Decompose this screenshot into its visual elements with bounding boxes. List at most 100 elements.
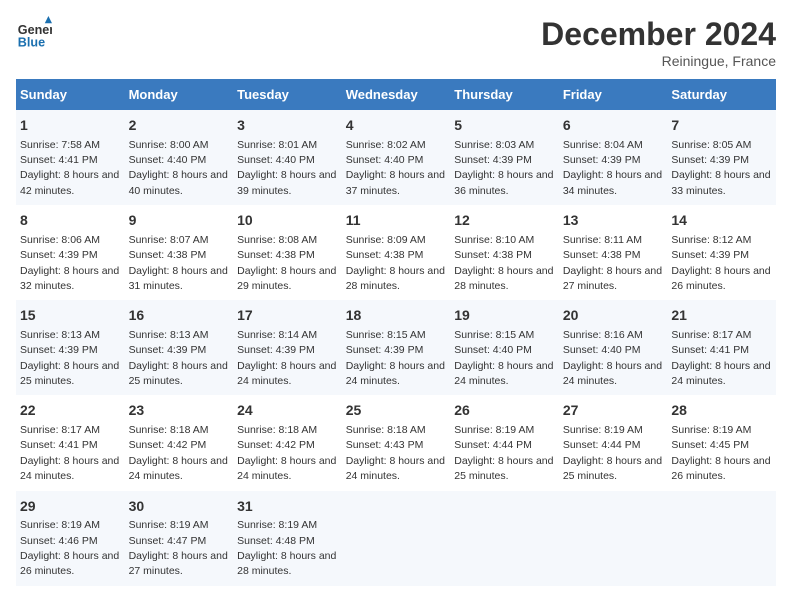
daylight-text: Daylight: 8 hours and 25 minutes. <box>20 360 119 387</box>
calendar-cell: 31Sunrise: 8:19 AMSunset: 4:48 PMDayligh… <box>233 491 342 586</box>
title-section: December 2024 Reiningue, France <box>541 16 776 69</box>
logo: General Blue <box>16 16 52 52</box>
sunset-text: Sunset: 4:38 PM <box>346 249 424 261</box>
sunrise-text: Sunrise: 8:00 AM <box>129 139 209 151</box>
day-number: 21 <box>671 306 772 326</box>
day-number: 7 <box>671 116 772 136</box>
svg-text:Blue: Blue <box>18 36 45 50</box>
sunset-text: Sunset: 4:39 PM <box>454 154 532 166</box>
sunrise-text: Sunrise: 8:12 AM <box>671 234 751 246</box>
sunrise-text: Sunrise: 8:19 AM <box>20 519 100 531</box>
logo-icon: General Blue <box>16 16 52 52</box>
daylight-text: Daylight: 8 hours and 25 minutes. <box>129 360 228 387</box>
day-number: 15 <box>20 306 121 326</box>
day-number: 30 <box>129 497 230 517</box>
calendar-cell: 11Sunrise: 8:09 AMSunset: 4:38 PMDayligh… <box>342 205 451 300</box>
daylight-text: Daylight: 8 hours and 36 minutes. <box>454 169 553 196</box>
day-number: 25 <box>346 401 447 421</box>
day-number: 18 <box>346 306 447 326</box>
sunset-text: Sunset: 4:38 PM <box>237 249 315 261</box>
daylight-text: Daylight: 8 hours and 28 minutes. <box>454 265 553 292</box>
calendar-cell: 27Sunrise: 8:19 AMSunset: 4:44 PMDayligh… <box>559 395 668 490</box>
calendar-cell: 14 Sunrise: 8:12 AM Sunset: 4:39 PM Dayligh… <box>667 205 776 300</box>
daylight-text: Daylight: 8 hours and 39 minutes. <box>237 169 336 196</box>
sunset-text: Sunset: 4:39 PM <box>563 154 641 166</box>
sunset-text: Sunset: 4:39 PM <box>237 344 315 356</box>
calendar-cell: 13Sunrise: 8:11 AMSunset: 4:38 PMDayligh… <box>559 205 668 300</box>
calendar-cell: 7Sunrise: 8:05 AMSunset: 4:39 PMDaylight… <box>667 110 776 205</box>
sunrise-text: Sunrise: 8:19 AM <box>237 519 317 531</box>
header-wednesday: Wednesday <box>342 79 451 110</box>
sunset-text: Sunset: 4:48 PM <box>237 535 315 547</box>
sunset-text: Sunset: 4:40 PM <box>454 344 532 356</box>
day-number: 14 <box>671 211 772 231</box>
sunset-text: Sunset: 4:40 PM <box>237 154 315 166</box>
daylight-text: Daylight: 8 hours and 24 minutes. <box>454 360 553 387</box>
sunrise-text: Sunrise: 8:19 AM <box>563 424 643 436</box>
calendar-cell <box>667 491 776 586</box>
header-tuesday: Tuesday <box>233 79 342 110</box>
daylight-text: Daylight: 8 hours and 26 minutes. <box>20 550 119 577</box>
day-number: 11 <box>346 211 447 231</box>
day-number: 17 <box>237 306 338 326</box>
daylight-text: Daylight: 8 hours and 37 minutes. <box>346 169 445 196</box>
sunset-text: Sunset: 4:42 PM <box>129 439 207 451</box>
sunset-text: Sunset: 4:39 PM <box>671 154 749 166</box>
daylight-text: Daylight: 8 hours and 24 minutes. <box>346 360 445 387</box>
sunrise-text: Sunrise: 8:13 AM <box>129 329 209 341</box>
sunrise-text: Sunrise: 8:19 AM <box>454 424 534 436</box>
daylight-text: Daylight: 8 hours and 26 minutes. <box>671 265 770 292</box>
sunrise-text: Sunrise: 8:13 AM <box>20 329 100 341</box>
daylight-text: Daylight: 8 hours and 24 minutes. <box>20 455 119 482</box>
calendar-cell: 8Sunrise: 8:06 AMSunset: 4:39 PMDaylight… <box>16 205 125 300</box>
daylight-text: Daylight: 8 hours and 26 minutes. <box>671 455 770 482</box>
daylight-text: Daylight: 8 hours and 24 minutes. <box>563 360 662 387</box>
sunrise-text: Sunrise: 8:09 AM <box>346 234 426 246</box>
sunset-text: Sunset: 4:39 PM <box>346 344 424 356</box>
calendar-week-2: 8Sunrise: 8:06 AMSunset: 4:39 PMDaylight… <box>16 205 776 300</box>
calendar-cell: 16Sunrise: 8:13 AMSunset: 4:39 PMDayligh… <box>125 300 234 395</box>
calendar-cell: 30Sunrise: 8:19 AMSunset: 4:47 PMDayligh… <box>125 491 234 586</box>
sunset-text: Sunset: 4:42 PM <box>237 439 315 451</box>
daylight-text: Daylight: 8 hours and 32 minutes. <box>20 265 119 292</box>
calendar-cell: 17Sunrise: 8:14 AMSunset: 4:39 PMDayligh… <box>233 300 342 395</box>
day-number: 24 <box>237 401 338 421</box>
sunset-text: Sunset: 4:39 PM <box>20 249 98 261</box>
calendar-cell: 23Sunrise: 8:18 AMSunset: 4:42 PMDayligh… <box>125 395 234 490</box>
calendar-cell: 24Sunrise: 8:18 AMSunset: 4:42 PMDayligh… <box>233 395 342 490</box>
calendar-cell: 20Sunrise: 8:16 AMSunset: 4:40 PMDayligh… <box>559 300 668 395</box>
calendar-cell: 6Sunrise: 8:04 AMSunset: 4:39 PMDaylight… <box>559 110 668 205</box>
calendar-cell: 29Sunrise: 8:19 AMSunset: 4:46 PMDayligh… <box>16 491 125 586</box>
day-number: 13 <box>563 211 664 231</box>
sunrise-text: Sunrise: 8:17 AM <box>20 424 100 436</box>
sunrise-text: Sunrise: 8:11 AM <box>563 234 642 246</box>
daylight-text: Daylight: 8 hours and 24 minutes. <box>237 455 336 482</box>
daylight-text: Daylight: 8 hours and 29 minutes. <box>237 265 336 292</box>
day-number: 1 <box>20 116 121 136</box>
daylight-text: Daylight: 8 hours and 25 minutes. <box>454 455 553 482</box>
header-monday: Monday <box>125 79 234 110</box>
daylight-text: Daylight: 8 hours and 42 minutes. <box>20 169 119 196</box>
day-number: 10 <box>237 211 338 231</box>
sunset-text: Sunset: 4:39 PM <box>129 344 207 356</box>
calendar-cell: 12Sunrise: 8:10 AMSunset: 4:38 PMDayligh… <box>450 205 559 300</box>
calendar-cell: 10Sunrise: 8:08 AMSunset: 4:38 PMDayligh… <box>233 205 342 300</box>
daylight-text: Daylight: 8 hours and 40 minutes. <box>129 169 228 196</box>
sunset-text: Sunset: 4:38 PM <box>129 249 207 261</box>
sunset-text: Sunset: 4:39 PM <box>671 249 749 261</box>
calendar-cell: 1Sunrise: 7:58 AMSunset: 4:41 PMDaylight… <box>16 110 125 205</box>
location-subtitle: Reiningue, France <box>541 53 776 69</box>
day-number: 29 <box>20 497 121 517</box>
sunrise-text: Sunrise: 8:18 AM <box>129 424 209 436</box>
daylight-text: Daylight: 8 hours and 24 minutes. <box>237 360 336 387</box>
calendar-cell: 2Sunrise: 8:00 AMSunset: 4:40 PMDaylight… <box>125 110 234 205</box>
sunset-text: Sunset: 4:47 PM <box>129 535 207 547</box>
calendar-cell <box>342 491 451 586</box>
day-number: 23 <box>129 401 230 421</box>
day-number: 22 <box>20 401 121 421</box>
sunset-text: Sunset: 4:41 PM <box>20 154 98 166</box>
sunrise-text: Sunrise: 8:16 AM <box>563 329 643 341</box>
sunset-text: Sunset: 4:40 PM <box>129 154 207 166</box>
sunrise-text: Sunrise: 8:10 AM <box>454 234 534 246</box>
header-thursday: Thursday <box>450 79 559 110</box>
